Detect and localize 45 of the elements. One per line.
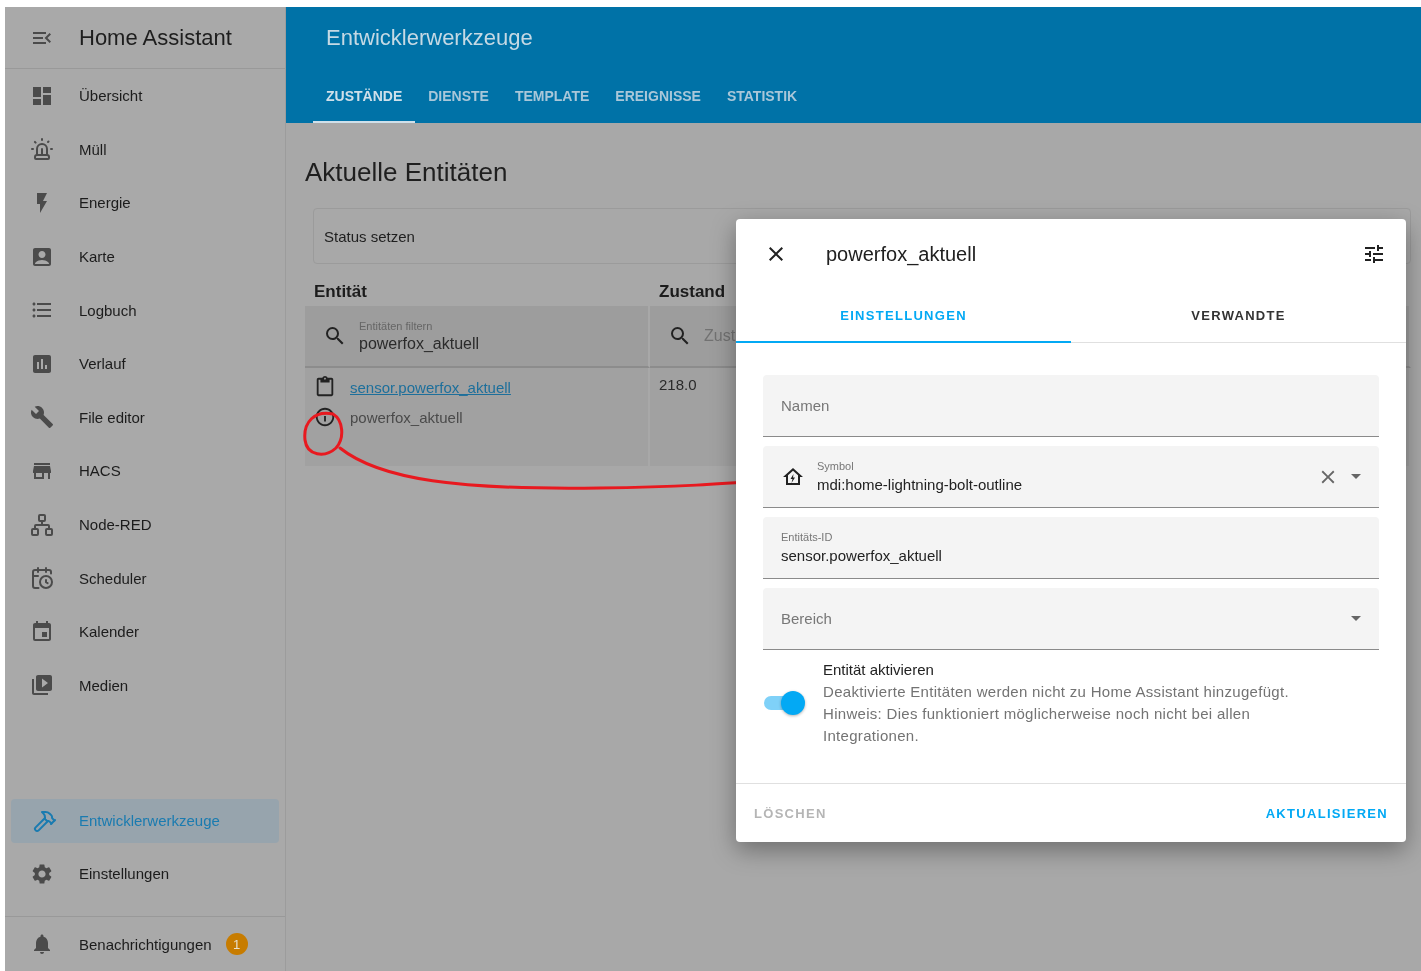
dropdown-caret-icon[interactable] bbox=[1351, 616, 1361, 621]
sidebar-item[interactable]: Node-RED bbox=[5, 497, 285, 552]
dialog-title: powerfox_aktuell bbox=[826, 242, 978, 266]
sidebar-item[interactable]: Kalender bbox=[5, 604, 285, 659]
sidebar-item[interactable]: Medien bbox=[5, 658, 285, 713]
input-field[interactable]: Entitäts-ID sensor.powerfox_aktuell bbox=[763, 517, 1379, 579]
column-header: Zustand bbox=[658, 282, 727, 303]
network-icon bbox=[30, 512, 54, 537]
sidebar-item[interactable]: Verlauf bbox=[5, 336, 285, 391]
settings-icon bbox=[30, 861, 54, 886]
enable-switch[interactable] bbox=[763, 691, 805, 715]
wrench-icon bbox=[30, 405, 54, 430]
notifications-item[interactable]: Benachrichtigungen 1 bbox=[5, 917, 285, 971]
dialog-tab[interactable]: VERWANDTE bbox=[1071, 289, 1406, 343]
calendar-icon bbox=[30, 619, 54, 644]
switch-description: Deaktivierte Entitäten werden nicht zu Home Assistant hinzugefügt. Hinweis: Dies funktioniert möglicherweise noch nicht bei allen Integrationen. bbox=[823, 682, 1290, 746]
section-heading: Aktuelle Entitäten bbox=[305, 157, 509, 188]
sidebar-item[interactable]: Scheduler bbox=[5, 551, 285, 605]
notification-count: 1 bbox=[225, 933, 248, 956]
sidebar-item[interactable]: HACS bbox=[5, 444, 285, 498]
hammer-icon bbox=[33, 808, 57, 833]
clipboard-icon[interactable] bbox=[314, 376, 336, 398]
page-title: Entwicklerwerkzeuge bbox=[325, 24, 534, 52]
icon-field[interactable]: Symbol mdi:home-lightning-bolt-outline bbox=[763, 446, 1379, 508]
info-icon[interactable] bbox=[314, 406, 336, 428]
video-library-icon bbox=[30, 673, 54, 698]
switch-label: Entität aktivieren bbox=[823, 660, 935, 680]
input-field[interactable]: Namen bbox=[763, 375, 1379, 437]
sidebar-item[interactable]: Übersicht bbox=[5, 69, 285, 123]
sliders-icon[interactable] bbox=[1362, 242, 1386, 266]
sidebar-item[interactable]: Einstellungen bbox=[5, 846, 285, 901]
app-title: Home Assistant bbox=[79, 24, 232, 51]
calendar-clock-icon bbox=[30, 566, 54, 591]
column-header: Entität bbox=[313, 282, 368, 303]
sidebar-item[interactable]: Müll bbox=[5, 122, 285, 177]
sidebar-item[interactable]: Logbuch bbox=[5, 283, 285, 337]
sidebar-item[interactable]: Karte bbox=[5, 229, 285, 284]
area-select[interactable]: Bereich bbox=[763, 588, 1379, 650]
sidebar-item[interactable]: File editor bbox=[5, 390, 285, 445]
dropdown-caret-icon[interactable] bbox=[1351, 474, 1361, 479]
state-value: 218.0 bbox=[659, 376, 698, 393]
sidebar-item[interactable]: Energie bbox=[5, 176, 285, 230]
tab[interactable]: ZUSTÄNDE bbox=[313, 69, 416, 123]
siren-icon bbox=[30, 137, 54, 162]
entity-name: powerfox_aktuell bbox=[350, 408, 463, 426]
